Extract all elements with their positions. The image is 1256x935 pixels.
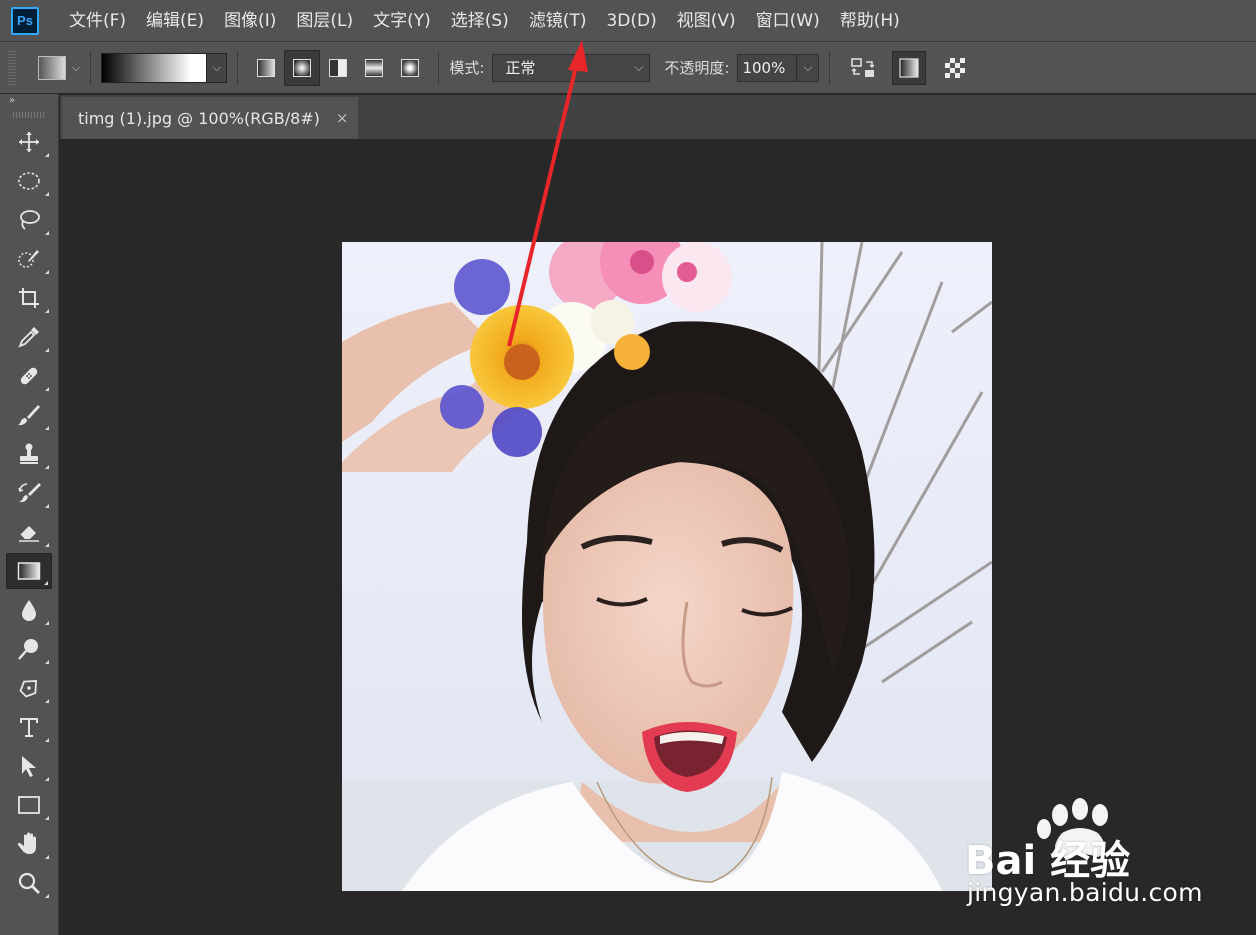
mode-value: 正常	[505, 59, 536, 77]
angle-gradient-icon	[329, 58, 348, 77]
path-selection-tool[interactable]	[6, 748, 52, 784]
gradient-dropdown-chevron-icon[interactable]: ⌵	[207, 52, 228, 83]
pen-tool[interactable]	[6, 670, 52, 706]
menu-window[interactable]: 窗口(W)	[746, 0, 830, 42]
divider	[438, 50, 440, 85]
history-brush-icon	[18, 483, 41, 503]
options-bar-grip[interactable]	[8, 50, 16, 85]
mode-label: 模式:	[449, 59, 485, 77]
photoshop-logo: Ps	[11, 6, 39, 35]
healing-brush-tool[interactable]	[6, 358, 52, 394]
rectangle-icon	[18, 796, 40, 814]
radial-gradient-button[interactable]	[284, 49, 321, 86]
arrow-cursor-icon	[22, 756, 36, 777]
transparency-checker-icon	[945, 57, 966, 78]
dodge-icon	[18, 639, 38, 660]
dither-button[interactable]	[892, 50, 927, 85]
rectangle-tool[interactable]	[6, 787, 52, 823]
magnifier-icon	[18, 872, 40, 894]
radial-gradient-icon	[293, 58, 312, 77]
document-tab-bar: timg (1).jpg @ 100%(RGB/8#) ×	[60, 95, 1256, 139]
collapse-toolbar-icon[interactable]: »	[0, 94, 58, 108]
options-bar: ⌵ ⌵ 模式: 正常 ⌵ 不透明度: 100% ⌵	[0, 42, 1256, 94]
reverse-button[interactable]	[846, 51, 880, 85]
menu-file[interactable]: 文件(F)	[59, 0, 136, 42]
menu-3d[interactable]: 3D(D)	[596, 0, 666, 42]
move-icon	[19, 132, 39, 152]
gradient-editor-swatch[interactable]	[101, 52, 208, 83]
type-icon	[20, 718, 38, 737]
lasso-icon	[20, 210, 40, 230]
menu-image[interactable]: 图像(I)	[214, 0, 286, 42]
diamond-gradient-button[interactable]	[392, 50, 428, 86]
menu-help[interactable]: 帮助(H)	[830, 0, 910, 42]
document-tab-title: timg (1).jpg @ 100%(RGB/8#)	[78, 108, 320, 128]
clone-stamp-tool[interactable]	[6, 436, 52, 472]
opacity-slider-chevron-icon[interactable]: ⌵	[797, 53, 820, 82]
type-tool[interactable]	[6, 709, 52, 745]
diamond-gradient-icon	[401, 58, 420, 77]
menu-type[interactable]: 文字(Y)	[363, 0, 441, 42]
transparency-button[interactable]	[938, 51, 972, 85]
menu-layer[interactable]: 图层(L)	[286, 0, 363, 42]
linear-gradient-icon	[257, 58, 276, 77]
chevron-down-icon[interactable]: ⌵	[72, 61, 80, 75]
dodge-tool[interactable]	[6, 631, 52, 667]
quick-selection-icon	[18, 250, 39, 268]
dither-icon	[899, 57, 920, 78]
tools-panel: »	[0, 94, 59, 935]
linear-gradient-button[interactable]	[248, 50, 284, 86]
ellipse-marquee-icon	[18, 172, 40, 190]
brush-icon	[18, 405, 40, 426]
gradient-tool[interactable]	[6, 553, 52, 589]
tool-preset-picker[interactable]	[38, 55, 66, 80]
pen-icon	[19, 679, 38, 698]
document-canvas-image[interactable]	[342, 242, 992, 891]
menu-items: 文件(F) 编辑(E) 图像(I) 图层(L) 文字(Y) 选择(S) 滤镜(T…	[59, 0, 910, 42]
portrait-photo	[342, 242, 992, 891]
watermark-url: jingyan.baidu.com	[967, 878, 1203, 907]
eraser-tool[interactable]	[6, 514, 52, 550]
bandage-icon	[20, 367, 38, 385]
eraser-icon	[19, 526, 39, 542]
menu-bar: Ps 文件(F) 编辑(E) 图像(I) 图层(L) 文字(Y) 选择(S) 滤…	[0, 0, 1256, 42]
blur-tool[interactable]	[6, 592, 52, 628]
mode-select[interactable]: 正常 ⌵	[492, 53, 651, 82]
hand-tool[interactable]	[6, 826, 52, 862]
marquee-tool[interactable]	[6, 163, 52, 199]
toolbar-grip[interactable]	[13, 112, 45, 118]
document-tab[interactable]: timg (1).jpg @ 100%(RGB/8#) ×	[62, 97, 358, 139]
gradient-icon	[17, 562, 41, 580]
eyedropper-icon	[18, 327, 39, 348]
history-brush-tool[interactable]	[6, 475, 52, 511]
move-tool[interactable]	[6, 124, 52, 160]
reverse-icon	[851, 57, 875, 77]
drop-icon	[22, 600, 36, 621]
brush-tool[interactable]	[6, 397, 52, 433]
crop-tool[interactable]	[6, 280, 52, 316]
opacity-input[interactable]: 100%	[737, 53, 798, 82]
opacity-label: 不透明度:	[664, 59, 730, 77]
angle-gradient-button[interactable]	[320, 50, 356, 86]
chevron-down-icon: ⌵	[634, 59, 644, 74]
reflected-gradient-icon	[365, 58, 384, 77]
close-icon[interactable]: ×	[336, 109, 349, 127]
menu-edit[interactable]: 编辑(E)	[136, 0, 214, 42]
divider	[237, 50, 239, 85]
stamp-icon	[20, 443, 38, 464]
lasso-tool[interactable]	[6, 202, 52, 238]
menu-view[interactable]: 视图(V)	[667, 0, 746, 42]
reflected-gradient-button[interactable]	[356, 50, 392, 86]
zoom-tool[interactable]	[6, 865, 52, 901]
menu-filter[interactable]: 滤镜(T)	[519, 0, 597, 42]
crop-icon	[19, 288, 39, 308]
divider	[90, 50, 92, 85]
hand-icon	[17, 832, 36, 854]
menu-select[interactable]: 选择(S)	[441, 0, 519, 42]
quick-selection-tool[interactable]	[6, 241, 52, 277]
eyedropper-tool[interactable]	[6, 319, 52, 355]
divider	[829, 50, 831, 85]
